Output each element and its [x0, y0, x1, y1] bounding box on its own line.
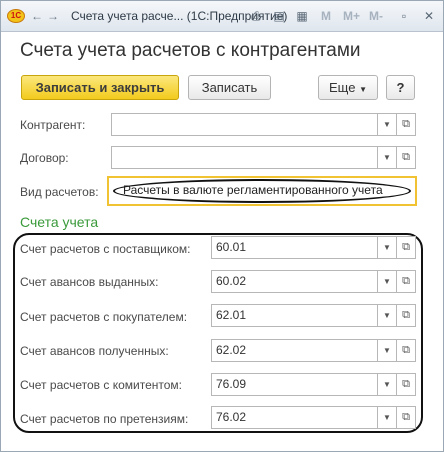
help-button[interactable]: ? [386, 75, 415, 100]
chevron-down-icon[interactable]: ▼ [378, 373, 397, 396]
open-link-icon[interactable]: ⧉ [397, 339, 416, 362]
app-window: 1С ← → Счета учета расче... (1С:Предприя… [0, 0, 444, 452]
chevron-down-icon[interactable]: ▼ [378, 304, 397, 327]
account-label-advances-issued: Счет авансов выданных: [20, 275, 159, 289]
print-icon[interactable]: ⎙ [248, 8, 264, 24]
open-link-icon[interactable]: ⧉ [397, 146, 416, 169]
calendar-icon[interactable]: ▦ [294, 8, 310, 24]
open-link-icon[interactable]: ⧉ [397, 304, 416, 327]
account-label-claims: Счет расчетов по претензиям: [20, 412, 189, 426]
open-link-icon[interactable]: ⧉ [397, 373, 416, 396]
calc-type-field[interactable]: Расчеты в валюте регламентированного уче… [107, 176, 417, 206]
counterparty-field[interactable] [111, 113, 378, 136]
chevron-down-icon: ▼ [359, 85, 367, 94]
chevron-down-icon[interactable]: ▼ [378, 236, 397, 259]
title-bar: 1С ← → Счета учета расче... (1С:Предприя… [1, 1, 443, 32]
open-link-icon[interactable]: ⧉ [397, 113, 416, 136]
account-label-customer: Счет расчетов с покупателем: [20, 310, 188, 324]
more-button-label: Еще [329, 80, 356, 95]
accounts-section-title: Счета учета [20, 214, 99, 230]
chevron-down-icon[interactable]: ▼ [378, 113, 397, 136]
chevron-down-icon[interactable]: ▼ [378, 406, 397, 429]
account-label-advances-received: Счет авансов полученных: [20, 344, 169, 358]
memory-minus-button[interactable]: M- [369, 9, 383, 23]
close-icon[interactable]: ✕ [421, 8, 437, 24]
account-label-supplier: Счет расчетов с поставщиком: [20, 242, 191, 256]
memory-plus-button[interactable]: M+ [343, 9, 360, 23]
minimize-icon[interactable]: ▫ [396, 8, 412, 24]
document-icon[interactable]: ▤ [271, 8, 287, 24]
open-link-icon[interactable]: ⧉ [397, 270, 416, 293]
counterparty-label: Контрагент: [20, 118, 86, 132]
chevron-down-icon[interactable]: ▼ [378, 270, 397, 293]
memory-m-button[interactable]: M [321, 9, 331, 23]
account-field-advances-issued[interactable]: 60.02 [211, 270, 378, 293]
calc-type-value: Расчеты в валюте регламентированного уче… [123, 183, 383, 197]
page-title: Счета учета расчетов с контрагентами [20, 40, 361, 61]
account-field-supplier[interactable]: 60.01 [211, 236, 378, 259]
open-link-icon[interactable]: ⧉ [397, 406, 416, 429]
calc-type-label: Вид расчетов: [20, 185, 99, 199]
account-label-principal: Счет расчетов с комитентом: [20, 378, 182, 392]
chevron-down-icon[interactable]: ▼ [378, 339, 397, 362]
account-field-claims[interactable]: 76.02 [211, 406, 378, 429]
chevron-down-icon[interactable]: ▼ [378, 146, 397, 169]
open-link-icon[interactable]: ⧉ [397, 236, 416, 259]
more-button[interactable]: Еще ▼ [318, 75, 378, 100]
save-button[interactable]: Записать [188, 75, 271, 100]
app-logo-icon[interactable]: 1С [7, 9, 25, 23]
account-field-principal[interactable]: 76.09 [211, 373, 378, 396]
save-and-close-button[interactable]: Записать и закрыть [21, 75, 179, 100]
contract-field[interactable] [111, 146, 378, 169]
back-arrow-icon[interactable]: ← [31, 9, 43, 23]
forward-arrow-icon[interactable]: → [47, 9, 59, 23]
account-field-customer[interactable]: 62.01 [211, 304, 378, 327]
contract-label: Договор: [20, 151, 69, 165]
accounts-highlight-frame [13, 233, 423, 433]
account-field-advances-received[interactable]: 62.02 [211, 339, 378, 362]
